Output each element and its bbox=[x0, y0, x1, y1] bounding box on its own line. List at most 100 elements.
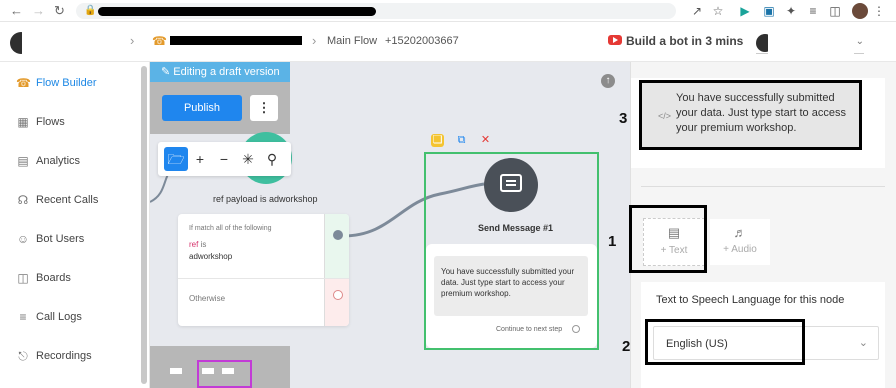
chevron-down-icon: ⌄ bbox=[858, 337, 868, 349]
folder-icon[interactable]: 🗁 bbox=[164, 147, 188, 171]
annotation-box-text bbox=[629, 205, 707, 273]
sidebar-item-label: Recordings bbox=[36, 350, 92, 362]
audio-icon: ♬ bbox=[733, 225, 747, 240]
chevron-right-icon: › bbox=[130, 33, 135, 48]
copy-node-icon[interactable]: ❏ bbox=[431, 134, 444, 147]
sidebar-item-call-logs[interactable]: ≡ Call Logs bbox=[16, 308, 141, 328]
otherwise-label: Otherwise bbox=[189, 294, 226, 303]
share-icon[interactable]: ↗ bbox=[690, 4, 704, 18]
condition-operator: is bbox=[200, 240, 207, 249]
annotation-number-2: 2 bbox=[622, 338, 631, 355]
message-section: </> You have successfully submitted your… bbox=[631, 78, 885, 168]
layers-icon: ≡ bbox=[19, 310, 27, 324]
extension-screen-icon[interactable]: ▣ bbox=[762, 4, 776, 18]
duplicate-icon[interactable]: ⧉ bbox=[455, 134, 468, 147]
otherwise-connector-handle[interactable] bbox=[333, 290, 343, 300]
build-bot-link[interactable]: Build a bot in 3 mins bbox=[626, 34, 743, 48]
lock-icon: 🔒 bbox=[84, 5, 97, 16]
phone-number: +15202003667 bbox=[385, 35, 459, 47]
sidebar-item-recordings[interactable]: ⎋ Recordings bbox=[16, 347, 141, 367]
mic-icon: ⎋ bbox=[18, 349, 28, 363]
sidebar-item-flow-builder[interactable]: ☎ Flow Builder bbox=[16, 74, 141, 94]
board-icon: ◫ bbox=[17, 271, 29, 285]
match-connector-handle[interactable] bbox=[333, 230, 343, 240]
search-icon[interactable]: ⚲ bbox=[260, 147, 284, 171]
message-editor[interactable]: </> You have successfully submitted your… bbox=[639, 80, 862, 150]
message-text: You have successfully submitted your dat… bbox=[676, 92, 846, 134]
grid-icon: ▦ bbox=[17, 115, 29, 129]
add-audio-button[interactable]: ♬ + Audio bbox=[709, 218, 771, 266]
sidebar-item-label: Bot Users bbox=[36, 233, 85, 245]
annotation-number-3: 3 bbox=[619, 110, 628, 127]
sidebar-item-label: Call Logs bbox=[36, 311, 82, 323]
publish-button[interactable]: Publish bbox=[162, 95, 242, 121]
forward-icon[interactable]: → bbox=[32, 3, 45, 18]
delete-icon[interactable]: ✕ bbox=[479, 134, 492, 147]
code-icon: </> bbox=[658, 111, 672, 121]
puzzle-icon[interactable]: ✦ bbox=[784, 4, 798, 18]
sidebar-item-label: Flows bbox=[36, 116, 65, 128]
sidebar-item-recent-calls[interactable]: ☊ Recent Calls bbox=[16, 191, 141, 211]
back-icon[interactable]: ← bbox=[10, 3, 23, 18]
sidebar-item-analytics[interactable]: ▤ Analytics bbox=[16, 152, 141, 172]
redacted-logo-text bbox=[22, 30, 120, 54]
collapse-panel-icon[interactable]: ↑ bbox=[601, 74, 615, 88]
youtube-icon[interactable] bbox=[608, 35, 622, 45]
reading-list-icon[interactable]: ≡ bbox=[806, 4, 820, 18]
sidebar: ☎ Flow Builder ▦ Flows ▤ Analytics ☊ Rec… bbox=[0, 62, 150, 388]
sidebar-scrollbar[interactable] bbox=[141, 66, 147, 384]
draft-banner: ✎ Editing a draft version bbox=[150, 62, 290, 82]
extension-play-icon[interactable]: ▶ bbox=[738, 4, 752, 18]
sidebar-item-bot-users[interactable]: ☺ Bot Users bbox=[16, 230, 141, 250]
side-panel-icon[interactable]: ◫ bbox=[828, 4, 842, 18]
annotation-box-language bbox=[645, 319, 805, 365]
sidebar-item-flows[interactable]: ▦ Flows bbox=[16, 113, 141, 133]
condition-rule: ref is bbox=[189, 240, 206, 249]
kebab-menu-icon[interactable]: ⋮ bbox=[872, 4, 886, 18]
otherwise-branch bbox=[324, 278, 349, 326]
workspace-select[interactable]: ⌄ bbox=[756, 32, 864, 54]
node-settings-panel: </> You have successfully submitted your… bbox=[629, 62, 896, 388]
address-bar[interactable]: 🔒 bbox=[76, 3, 676, 19]
sidebar-item-label: Boards bbox=[36, 272, 71, 284]
star-icon[interactable]: ☆ bbox=[711, 4, 725, 18]
user-icon: ☺ bbox=[16, 232, 30, 246]
redacted-workspace-name bbox=[768, 32, 854, 54]
chart-icon: ▤ bbox=[17, 154, 29, 168]
minimap-viewport[interactable] bbox=[197, 360, 252, 388]
condition-node[interactable]: If match all of the following ref is adw… bbox=[178, 214, 349, 326]
more-options-button[interactable]: ⋮ bbox=[250, 95, 278, 121]
browser-toolbar: ← → ↻ 🔒 ↗ ☆ ▶ ▣ ✦ ≡ ◫ ⋮ bbox=[0, 0, 896, 22]
auto-layout-icon[interactable]: ✳ bbox=[236, 147, 260, 171]
zoom-out-icon[interactable]: − bbox=[212, 147, 236, 171]
flow-icon: ☎ bbox=[16, 76, 31, 90]
redacted-url bbox=[98, 7, 376, 16]
flow-canvas[interactable]: ✎ Editing a draft version Publish ⋮ 🗁 + … bbox=[150, 62, 630, 388]
continue-connector-handle[interactable] bbox=[572, 325, 580, 333]
condition-node-title: ref payload is adworkshop bbox=[213, 194, 318, 204]
canvas-toolbar: 🗁 + − ✳ ⚲ bbox=[158, 142, 291, 176]
condition-value: adworkshop bbox=[189, 252, 233, 261]
sidebar-item-label: Flow Builder bbox=[36, 77, 97, 89]
reload-icon[interactable]: ↻ bbox=[54, 3, 65, 19]
bot-icon: ☎ bbox=[152, 34, 167, 48]
chevron-down-icon: ⌄ bbox=[855, 36, 864, 47]
match-text: If match all of the following bbox=[189, 225, 272, 232]
breadcrumb-flow[interactable]: Main Flow bbox=[327, 35, 377, 47]
match-branch bbox=[324, 214, 349, 278]
redacted-bot-name[interactable] bbox=[170, 36, 302, 45]
sidebar-item-label: Analytics bbox=[36, 155, 81, 167]
add-audio-label: + Audio bbox=[723, 244, 757, 255]
message-icon bbox=[500, 174, 522, 192]
send-message-title: Send Message #1 bbox=[478, 223, 554, 233]
profile-avatar[interactable] bbox=[852, 3, 868, 19]
condition-field: ref bbox=[189, 240, 199, 249]
headset-icon: ☊ bbox=[17, 193, 29, 207]
minimap-node bbox=[170, 368, 182, 374]
continue-label: Continue to next step bbox=[496, 326, 563, 333]
sidebar-item-boards[interactable]: ◫ Boards bbox=[16, 269, 141, 289]
send-message-card[interactable]: You have successfully submitted your dat… bbox=[426, 244, 597, 348]
divider bbox=[178, 278, 349, 279]
send-message-node-circle[interactable] bbox=[484, 158, 538, 212]
zoom-in-icon[interactable]: + bbox=[188, 147, 212, 171]
